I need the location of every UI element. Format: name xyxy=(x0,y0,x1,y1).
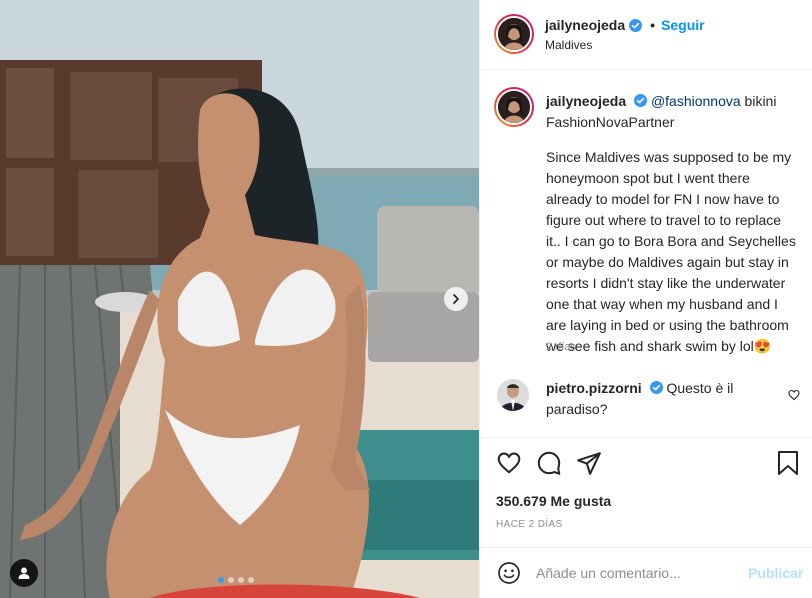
verified-badge-icon xyxy=(629,18,643,32)
paper-plane-icon xyxy=(577,452,601,475)
post-photo xyxy=(0,0,479,598)
caption-text-1: bikini xyxy=(740,93,777,109)
follow-button[interactable]: Seguir xyxy=(661,17,705,33)
likes-count[interactable]: 350.679 Me gusta xyxy=(496,493,611,509)
avatar-photo xyxy=(498,91,530,123)
verified-badge-icon xyxy=(634,94,648,107)
next-slide-button[interactable] xyxy=(444,287,468,311)
post-details-panel: jailyneojeda • Seguir Maldives jailyneoj… xyxy=(479,0,812,598)
post-image[interactable] xyxy=(0,0,479,598)
chevron-right-icon xyxy=(453,294,459,304)
like-comment-button[interactable] xyxy=(788,388,800,404)
caption-text-2: FashionNovaPartner xyxy=(546,114,675,130)
separator-dot: • xyxy=(650,17,656,33)
comment-icon xyxy=(537,451,561,475)
like-button[interactable] xyxy=(496,450,522,479)
user-tag-icon xyxy=(18,567,30,579)
post-location[interactable]: Maldives xyxy=(545,38,592,52)
post-date: HACE 2 DÍAS xyxy=(496,519,563,530)
heart-icon xyxy=(788,389,800,401)
share-button[interactable] xyxy=(576,450,602,479)
avatar-photo xyxy=(497,379,529,411)
caption-time: 2 días xyxy=(546,341,576,353)
post-actions: 350.679 Me gusta HACE 2 DÍAS xyxy=(480,437,812,552)
carousel-dot xyxy=(238,577,244,583)
comment-input[interactable] xyxy=(536,561,736,585)
comment-button[interactable] xyxy=(536,450,562,479)
post-caption: jailyneojeda @fashionnova bikini Fashion… xyxy=(546,91,796,371)
author-avatar[interactable] xyxy=(494,14,534,54)
comment-item: pietro.pizzorni Questo è il paradiso? xyxy=(546,378,776,420)
heart-icon xyxy=(497,452,521,474)
emoji-button[interactable] xyxy=(497,561,521,588)
caption-avatar[interactable] xyxy=(494,87,534,127)
caption-mention[interactable]: @fashionnova xyxy=(651,93,741,109)
verified-badge-icon xyxy=(649,381,663,394)
carousel-dot xyxy=(248,577,254,583)
commenter-avatar[interactable] xyxy=(497,379,529,411)
add-comment-bar: Publicar xyxy=(480,547,812,598)
comments-section: jailyneojeda @fashionnova bikini Fashion… xyxy=(480,71,812,437)
carousel-dot xyxy=(218,577,224,583)
save-button[interactable] xyxy=(776,450,800,479)
carousel-indicator xyxy=(218,577,254,583)
publish-comment-button[interactable]: Publicar xyxy=(748,565,803,581)
avatar-photo xyxy=(498,18,530,50)
smiley-icon xyxy=(498,562,520,584)
comment-username[interactable]: pietro.pizzorni xyxy=(546,380,642,396)
tagged-users-button[interactable] xyxy=(10,559,38,587)
author-username[interactable]: jailyneojeda xyxy=(545,17,625,33)
caption-body: Since Maldives was supposed to be my hon… xyxy=(546,149,796,354)
carousel-dot xyxy=(228,577,234,583)
post-header: jailyneojeda • Seguir Maldives xyxy=(480,0,812,70)
caption-username[interactable]: jailyneojeda xyxy=(546,93,626,109)
bookmark-icon xyxy=(778,451,798,475)
